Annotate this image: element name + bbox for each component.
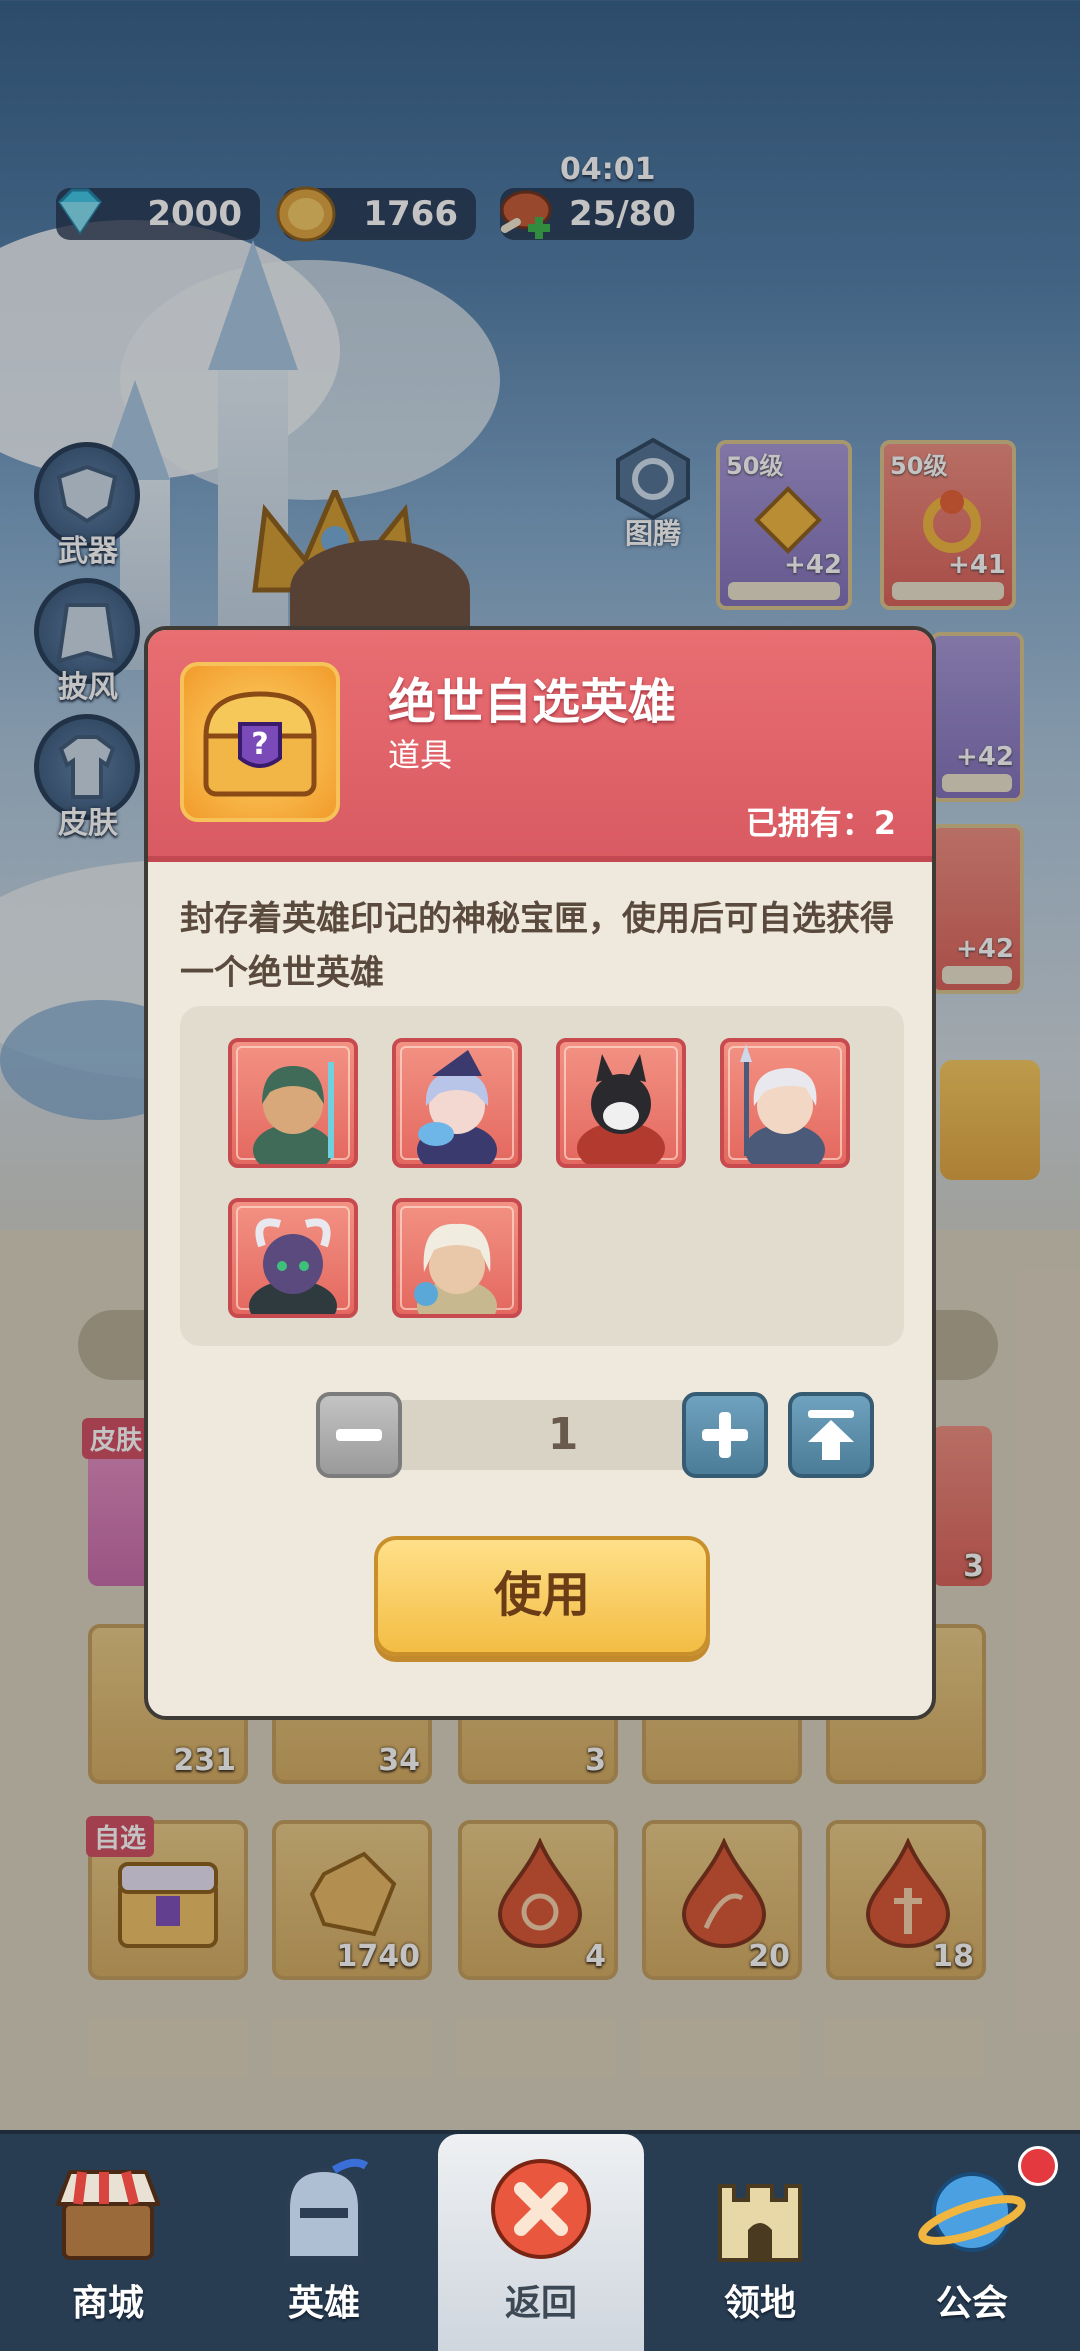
increase-button[interactable] xyxy=(682,1392,768,1478)
max-quantity-button[interactable] xyxy=(788,1392,874,1478)
nav-back[interactable]: 返回 xyxy=(438,2134,644,2351)
nav-back-label: 返回 xyxy=(504,2283,577,2324)
nav-shop-label: 商城 xyxy=(71,2283,144,2324)
hero-portrait xyxy=(417,1050,497,1164)
nav-shop[interactable]: 商城 xyxy=(0,2134,216,2351)
hero-option[interactable] xyxy=(556,1038,686,1168)
quantity-value[interactable]: 1 xyxy=(398,1400,728,1470)
nav-territory[interactable]: 领地 xyxy=(652,2134,868,2351)
shop-icon xyxy=(55,2170,161,2260)
hero-portrait xyxy=(740,1044,825,1164)
castle-icon xyxy=(718,2184,802,2262)
nav-heroes[interactable]: 英雄 xyxy=(216,2134,432,2351)
owned-count: 已拥有：2 xyxy=(745,804,896,842)
item-icon-frame: ? xyxy=(180,662,340,822)
planet-icon xyxy=(918,2172,1026,2252)
helmet-icon xyxy=(286,2158,369,2260)
nav-heroes-label: 英雄 xyxy=(287,2283,360,2324)
svg-text:?: ? xyxy=(251,727,268,762)
hero-option[interactable] xyxy=(228,1038,358,1168)
max-arrow-icon xyxy=(808,1410,854,1460)
hero-portrait xyxy=(414,1223,497,1314)
item-title: 绝世自选英雄 xyxy=(388,674,677,730)
use-button[interactable]: 使用 xyxy=(374,1536,710,1656)
item-description: 封存着英雄印记的神秘宝匣，使用后可自选获得一个绝世英雄 xyxy=(180,899,894,993)
nav-territory-label: 领地 xyxy=(723,2283,796,2324)
nav-guild-label: 公会 xyxy=(935,2283,1008,2324)
hero-portrait xyxy=(577,1054,665,1164)
minus-icon xyxy=(336,1429,382,1441)
hero-portrait xyxy=(249,1218,337,1314)
hero-option[interactable] xyxy=(720,1038,850,1168)
decrease-button[interactable] xyxy=(316,1392,402,1478)
item-detail-dialog: ? 绝世自选英雄 道具 已拥有：2 封存着英雄印记的神秘宝匣，使用后可自选获得一… xyxy=(144,626,936,1720)
hero-choice-list xyxy=(180,1006,904,1346)
bottom-nav: 商城 英雄 返回 领地 公会 xyxy=(0,2130,1080,2351)
nav-guild[interactable]: 公会 xyxy=(864,2134,1080,2351)
hero-option[interactable] xyxy=(228,1198,358,1318)
close-icon xyxy=(491,2159,591,2259)
hero-portrait xyxy=(253,1062,334,1164)
dialog-header: ? 绝世自选英雄 道具 已拥有：2 xyxy=(148,630,932,862)
hero-chest-icon: ? xyxy=(203,691,317,797)
hero-option[interactable] xyxy=(392,1038,522,1168)
hero-option[interactable] xyxy=(392,1198,522,1318)
notification-badge xyxy=(1018,2146,1058,2186)
item-category: 道具 xyxy=(388,736,453,774)
plus-icon xyxy=(702,1412,748,1458)
